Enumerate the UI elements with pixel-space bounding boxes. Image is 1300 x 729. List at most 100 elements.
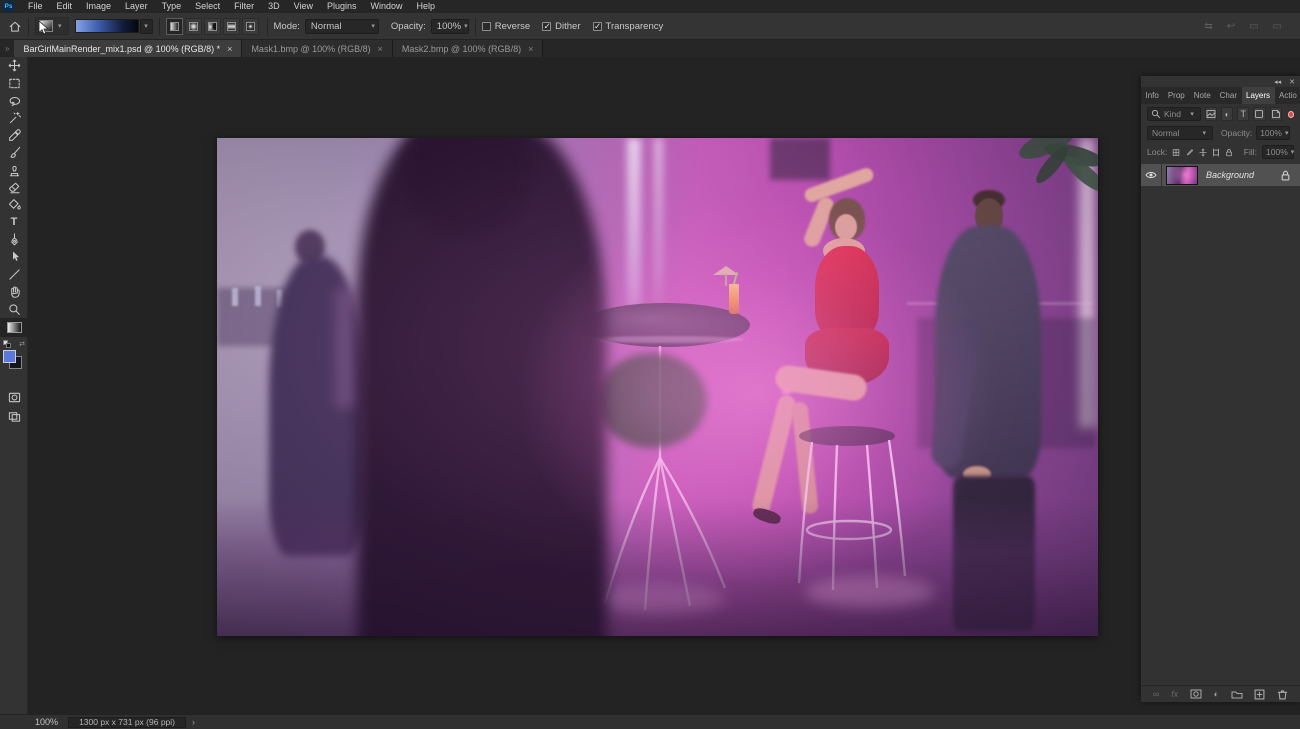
arrange-icon[interactable]: ▭ — [1249, 21, 1258, 32]
reflected-gradient-button[interactable] — [222, 17, 240, 35]
filter-smart-objects-icon[interactable] — [1269, 107, 1282, 121]
layer-fill-select[interactable]: 100% ▾ — [1262, 145, 1294, 159]
linear-gradient-button[interactable] — [165, 17, 183, 35]
diamond-gradient-button[interactable] — [241, 17, 259, 35]
workspace-icon[interactable]: ▭ — [1273, 21, 1282, 32]
dither-checkbox[interactable]: Dither — [542, 21, 581, 32]
rectangular-marquee-tool[interactable] — [0, 74, 28, 91]
lock-transparency-icon[interactable] — [1172, 147, 1180, 158]
separator — [266, 17, 268, 35]
path-select-tool[interactable] — [0, 248, 28, 265]
close-icon[interactable]: × — [378, 44, 383, 54]
gradient-picker-button[interactable]: ▾ — [139, 18, 153, 34]
adjustment-layer-icon[interactable]: ◐ — [1214, 689, 1219, 699]
layer-effects-icon[interactable]: fx — [1171, 689, 1178, 699]
tab-actions[interactable]: Actio — [1275, 87, 1300, 104]
layer-opacity-select[interactable]: 100% ▾ — [1256, 126, 1291, 140]
status-expander-icon[interactable]: › — [192, 717, 195, 727]
menu-filter[interactable]: Filter — [227, 0, 261, 13]
default-colors-icon[interactable] — [6, 342, 11, 348]
tab-layers[interactable]: Layers — [1241, 87, 1275, 104]
layer-thumbnail[interactable] — [1166, 165, 1198, 185]
collapse-panel-icon[interactable]: ◂◂ — [1274, 78, 1281, 86]
lock-all-icon[interactable] — [1225, 147, 1233, 158]
zoom-level[interactable]: 100% — [35, 717, 58, 727]
tab-info[interactable]: Info — [1141, 87, 1163, 104]
document-info-field[interactable]: 1300 px x 731 px (96 ppi) — [68, 716, 187, 728]
filter-adjustment-layers-icon[interactable]: ◐ — [1221, 107, 1234, 121]
menu-help[interactable]: Help — [410, 0, 443, 13]
new-group-icon[interactable] — [1231, 688, 1243, 700]
filter-shape-layers-icon[interactable] — [1253, 107, 1266, 121]
delete-layer-icon[interactable] — [1277, 689, 1288, 700]
layer-blend-mode-select[interactable]: Normal ▾ — [1147, 126, 1213, 140]
swap-colors-icon[interactable]: ⇄ — [19, 340, 25, 348]
close-icon[interactable]: × — [528, 44, 533, 54]
angle-gradient-button[interactable] — [203, 17, 221, 35]
blend-mode-select[interactable]: Normal ▾ — [304, 18, 379, 34]
filter-type-layers-icon[interactable]: T — [1237, 107, 1250, 121]
layer-row-background[interactable]: Background — [1141, 164, 1300, 186]
tab-character[interactable]: Char — [1215, 87, 1241, 104]
eyedropper-tool[interactable] — [0, 127, 28, 144]
lasso-tool[interactable] — [0, 92, 28, 109]
tab-overflow-icon[interactable]: » — [0, 40, 14, 57]
radial-gradient-button[interactable] — [184, 17, 202, 35]
menu-image[interactable]: Image — [79, 0, 118, 13]
lock-artboard-icon[interactable] — [1212, 147, 1220, 158]
lock-label: Lock: — [1147, 147, 1168, 157]
panel-tab-bar: Info Prop Note Char Layers Actio ≡ — [1141, 87, 1300, 104]
tab-properties[interactable]: Prop — [1163, 87, 1189, 104]
layer-filtering-toggle[interactable] — [1287, 110, 1295, 118]
paint-bucket-tool[interactable] — [0, 196, 28, 213]
gradient-preview[interactable] — [74, 19, 139, 33]
menu-layer[interactable]: Layer — [118, 0, 155, 13]
arrow-icon[interactable]: ↩ — [1227, 21, 1235, 32]
menu-window[interactable]: Window — [364, 0, 410, 13]
brush-tool[interactable] — [0, 144, 28, 161]
screen-mode-button[interactable] — [0, 408, 28, 425]
opacity-select[interactable]: 100% ▾ — [430, 18, 469, 34]
transparency-checkbox[interactable]: Transparency — [592, 20, 664, 32]
new-layer-icon[interactable] — [1254, 689, 1265, 700]
pen-tool[interactable] — [0, 231, 28, 248]
quick-mask-button[interactable] — [0, 389, 28, 406]
add-layer-mask-icon[interactable] — [1190, 688, 1202, 700]
document-tab-mask1[interactable]: Mask1.bmp @ 100% (RGB/8) × — [242, 40, 393, 57]
link-layers-icon[interactable]: ∞ — [1153, 689, 1159, 699]
transparency-label: Transparency — [605, 20, 664, 32]
lock-pixels-icon[interactable] — [1185, 147, 1194, 158]
lock-position-icon[interactable] — [1198, 147, 1207, 158]
document-tab-label: BarGirlMainRender_mix1.psd @ 100% (RGB/8… — [23, 43, 221, 54]
document-tab-mask2[interactable]: Mask2.bmp @ 100% (RGB/8) × — [392, 40, 544, 57]
menu-edit[interactable]: Edit — [50, 0, 80, 13]
line-tool[interactable] — [0, 266, 28, 283]
magic-wand-tool[interactable] — [0, 109, 28, 126]
gradient-tool-selected[interactable] — [0, 317, 28, 337]
filter-pixel-layers-icon[interactable] — [1204, 107, 1218, 121]
tab-notes[interactable]: Note — [1189, 87, 1215, 104]
eraser-tool[interactable] — [0, 179, 28, 196]
zoom-tool[interactable] — [0, 300, 28, 317]
foreground-color-swatch[interactable] — [3, 349, 16, 363]
menu-type[interactable]: Type — [155, 0, 189, 13]
menu-select[interactable]: Select — [188, 0, 227, 13]
share-icon[interactable]: ⇆ — [1204, 21, 1212, 32]
menu-file[interactable]: File — [21, 0, 50, 13]
layers-panel-footer: ∞ fx ◐ — [1141, 685, 1300, 702]
menu-view[interactable]: View — [287, 0, 320, 13]
document-canvas[interactable] — [217, 138, 1098, 636]
home-icon[interactable] — [8, 20, 22, 33]
menu-plugins[interactable]: Plugins — [320, 0, 364, 13]
layer-visibility-toggle[interactable] — [1141, 164, 1162, 186]
move-tool[interactable] — [0, 57, 28, 74]
reverse-checkbox[interactable]: Reverse — [481, 21, 530, 32]
close-panel-icon[interactable]: ✕ — [1289, 78, 1295, 86]
clone-stamp-tool[interactable] — [0, 161, 28, 178]
hand-tool[interactable] — [0, 283, 28, 300]
menu-3d[interactable]: 3D — [261, 0, 287, 13]
document-tab-bargirl[interactable]: BarGirlMainRender_mix1.psd @ 100% (RGB/8… — [14, 40, 243, 57]
type-tool[interactable]: T — [0, 214, 28, 231]
close-icon[interactable]: × — [227, 44, 232, 54]
layer-filter-select[interactable]: Kind ▾ — [1147, 107, 1201, 121]
